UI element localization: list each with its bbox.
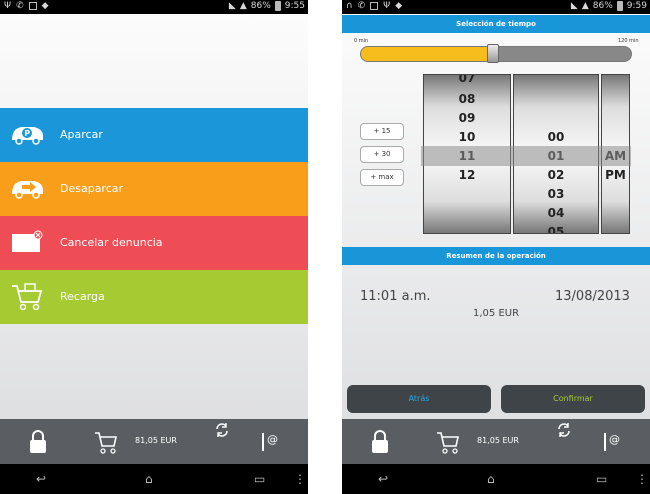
home-nav-icon[interactable]: ⌂ — [145, 472, 153, 486]
status-bar: Ψ ✆ ◆ ◣ ▲ 86% 9:55 — [0, 0, 308, 14]
minute-value: 04 — [547, 206, 565, 220]
home-nav-icon[interactable]: ⌂ — [487, 472, 495, 486]
signal-icon: ▲ — [581, 1, 589, 11]
overflow-nav-icon[interactable]: ⋮ — [294, 472, 306, 486]
overflow-nav-icon[interactable]: ⋮ — [636, 472, 648, 486]
add-15-button[interactable]: + 15 — [360, 123, 404, 140]
bottom-toolbar: 81,05 EUR @ — [0, 419, 308, 464]
minute-value: 03 — [547, 187, 565, 201]
home-screen: Ψ ✆ ◆ ◣ ▲ 86% 9:55 P Aparcar Desaparcar … — [0, 0, 308, 494]
svg-text:P: P — [24, 129, 30, 138]
svg-text:@: @ — [267, 433, 278, 446]
battery-icon — [274, 1, 281, 11]
hour-value: 07 — [458, 74, 476, 85]
car-exit-icon — [12, 181, 43, 199]
refresh-icon[interactable] — [556, 422, 572, 438]
battery-icon — [616, 1, 623, 11]
headset-icon: ∩ — [346, 1, 353, 11]
contact-icon[interactable]: @ — [260, 430, 280, 454]
menu-label-desaparcar: Desaparcar — [60, 182, 124, 195]
add-30-button[interactable]: + 30 — [360, 146, 404, 163]
android-nav-bar: ↩ ⌂ ▭ ⋮ — [342, 464, 650, 494]
slider-max-label: 120 min — [618, 38, 639, 44]
recharge-cart-icon[interactable] — [94, 430, 118, 456]
clock: 9:55 — [284, 1, 305, 11]
slider-fill — [361, 47, 494, 61]
android-icon: ◆ — [395, 1, 403, 11]
minute-value: 02 — [547, 168, 565, 182]
battery-level: 86% — [250, 1, 271, 11]
summary-amount: 1,05 EUR — [473, 308, 520, 319]
summary-date: 13/08/2013 — [555, 289, 630, 304]
confirm-button[interactable]: Confirmar — [501, 385, 645, 413]
cancel-ticket-icon — [12, 230, 43, 252]
hour-value: 12 — [458, 168, 476, 182]
back-nav-icon[interactable]: ↩ — [378, 472, 388, 486]
balance-amount: 81,05 EUR — [135, 436, 177, 445]
refresh-icon[interactable] — [214, 422, 230, 438]
summary-header: Resumen de la operación — [342, 247, 650, 265]
minute-value: 05 — [547, 225, 565, 234]
contact-icon[interactable]: @ — [602, 430, 622, 454]
android-nav-bar: ↩ ⌂ ▭ ⋮ — [0, 464, 308, 494]
battery-level: 86% — [592, 1, 613, 11]
android-icon: ◆ — [41, 1, 49, 11]
lock-icon[interactable] — [28, 430, 48, 454]
hour-value: 10 — [458, 130, 476, 144]
svg-text:@: @ — [609, 433, 620, 446]
hour-value: 09 — [458, 111, 476, 125]
hour-value: 08 — [458, 92, 476, 106]
menu-label-aparcar: Aparcar — [60, 128, 103, 141]
menu-recarga[interactable]: Recarga — [0, 270, 308, 324]
menu-cancelar-denuncia[interactable]: Cancelar denuncia — [0, 216, 308, 270]
slider-min-label: 0 min — [354, 38, 369, 44]
time-selection-header: Selección de tiempo — [342, 15, 650, 33]
usb-icon: Ψ — [383, 1, 391, 11]
signal-icon: ▲ — [239, 1, 247, 11]
status-bar: ∩ ✆ Ψ ◆ ◣ ▲ 86% 9:59 — [342, 0, 650, 14]
summary-time: 11:01 a.m. — [360, 289, 431, 304]
shopping-cart-icon — [12, 283, 43, 311]
notification-icon — [370, 2, 379, 10]
recents-nav-icon[interactable]: ▭ — [254, 472, 265, 486]
lock-icon[interactable] — [370, 430, 390, 454]
phone-icon: ✆ — [16, 1, 24, 11]
parking-car-icon: P — [12, 127, 43, 145]
ampm-value: PM — [605, 168, 626, 182]
menu-aparcar[interactable]: P Aparcar — [0, 108, 308, 162]
selection-band — [421, 146, 631, 166]
back-button[interactable]: Atrás — [347, 385, 491, 413]
notification-icon — [28, 2, 37, 10]
minute-value: 00 — [547, 130, 565, 144]
menu-desaparcar[interactable]: Desaparcar — [0, 162, 308, 216]
recents-nav-icon[interactable]: ▭ — [596, 472, 607, 486]
clock: 9:59 — [626, 1, 647, 11]
wifi-icon: ◣ — [228, 1, 236, 11]
bottom-toolbar: 81,05 EUR @ — [342, 419, 650, 464]
balance-amount: 81,05 EUR — [477, 436, 519, 445]
add-max-button[interactable]: + max — [360, 169, 404, 186]
recharge-cart-icon[interactable] — [436, 430, 460, 456]
menu-label-recarga: Recarga — [60, 290, 105, 303]
back-nav-icon[interactable]: ↩ — [36, 472, 46, 486]
usb-icon: Ψ — [4, 1, 12, 11]
time-selection-screen: ∩ ✆ Ψ ◆ ◣ ▲ 86% 9:59 Selección de tiempo… — [342, 0, 650, 494]
menu-label-cancelar-denuncia: Cancelar denuncia — [60, 236, 163, 249]
wifi-icon: ◣ — [570, 1, 578, 11]
phone-icon: ✆ — [357, 1, 366, 11]
slider-thumb[interactable] — [487, 44, 500, 63]
